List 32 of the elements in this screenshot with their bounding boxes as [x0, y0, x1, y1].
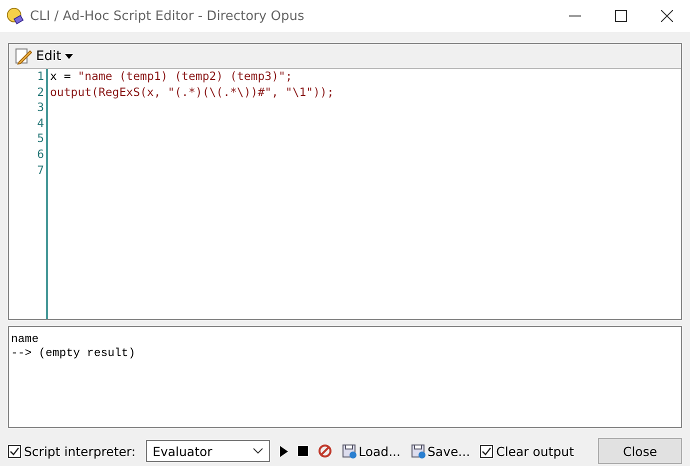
close-button[interactable]: Close [598, 438, 682, 464]
floppy-icon [410, 444, 426, 458]
line-number: 2 [36, 84, 44, 100]
chevron-down-icon [252, 448, 263, 454]
line-number: 1 [36, 69, 44, 85]
output-line: --> (empty result) [11, 347, 136, 361]
check-icon [481, 446, 492, 456]
cancel-icon[interactable] [318, 444, 332, 458]
play-icon[interactable] [280, 446, 288, 456]
output-line: name [11, 333, 39, 347]
line-number: 7 [36, 162, 44, 178]
interpreter-dropdown[interactable]: Evaluator [146, 440, 270, 462]
code-line: output(RegExS(x, "(.*)(\(.*\))#", "\1")); [50, 84, 334, 99]
app-icon [6, 7, 24, 25]
clear-output-checkbox[interactable]: Clear output [480, 444, 574, 458]
script-interpreter-checkbox[interactable]: Script interpreter: [8, 444, 136, 458]
floppy-icon [342, 444, 357, 458]
line-number: 4 [36, 116, 44, 132]
check-icon [9, 446, 20, 456]
code-line: x = "name (temp1) (temp2) (temp3)"; [50, 69, 292, 83]
pencil-icon [14, 47, 32, 65]
save-button[interactable]: Save... [410, 444, 470, 458]
line-number: 3 [36, 100, 44, 116]
close-icon[interactable] [661, 10, 673, 22]
stop-icon[interactable] [298, 446, 308, 456]
caret-icon [65, 54, 74, 58]
edit-menu-button[interactable]: Edit [12, 47, 76, 65]
window-title: CLI / Ad-Hoc Script Editor - Directory Opus [30, 8, 306, 24]
line-number: 6 [36, 146, 44, 163]
load-button[interactable]: Load... [342, 444, 400, 458]
maximize-icon[interactable] [615, 10, 627, 22]
line-number: 5 [36, 131, 44, 147]
